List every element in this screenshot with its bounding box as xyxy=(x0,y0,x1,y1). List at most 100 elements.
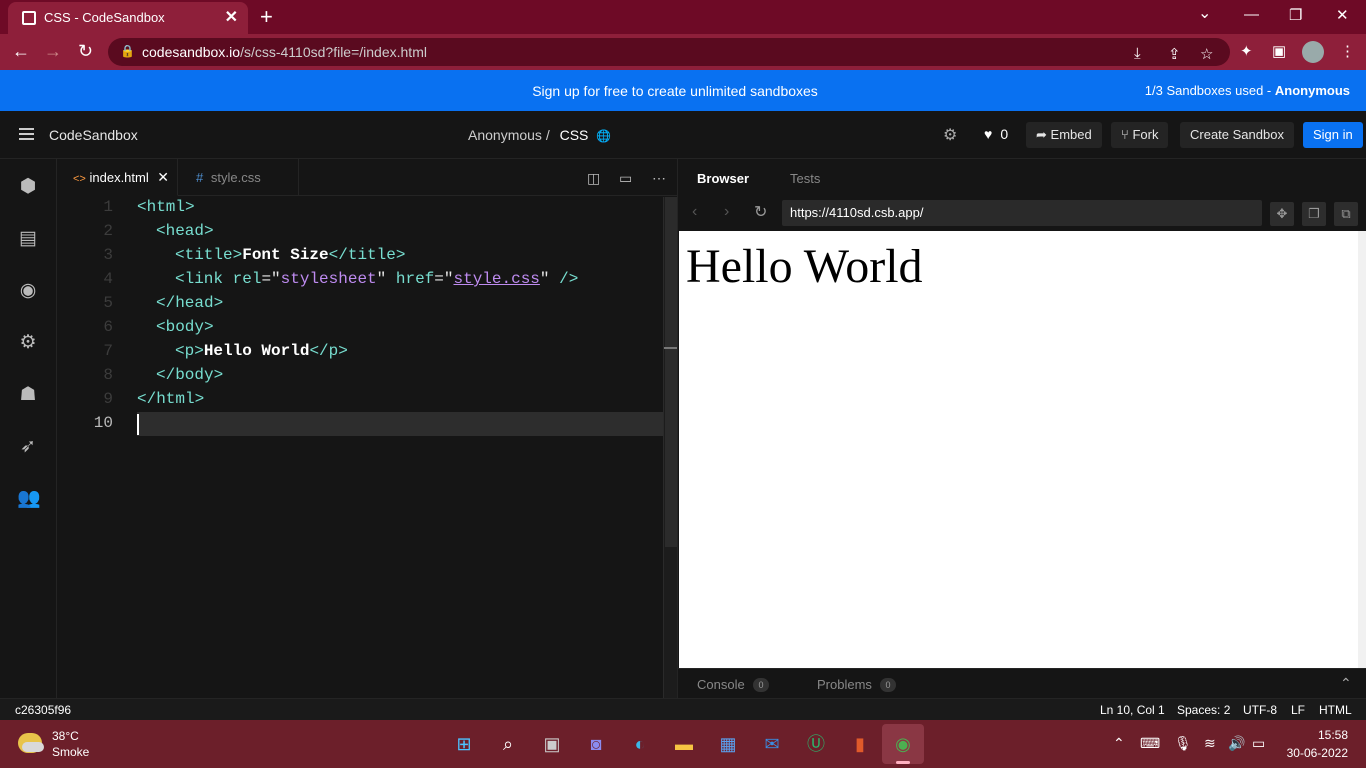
temperature[interactable]: 38°C xyxy=(52,729,79,743)
weather-condition[interactable]: Smoke xyxy=(52,745,89,759)
preview-icon[interactable]: ▭ xyxy=(619,170,632,187)
encoding[interactable]: UTF-8 xyxy=(1243,703,1277,717)
problems-count-badge: 0 xyxy=(880,678,896,692)
create-sandbox-button[interactable]: Create Sandbox xyxy=(1180,122,1294,148)
search-icon[interactable]: ◉ xyxy=(17,280,39,302)
tab-index-html[interactable]: <> index.html ✕ xyxy=(57,159,178,196)
new-tab-button[interactable]: + xyxy=(260,4,273,30)
file-icon[interactable]: ▤ xyxy=(17,228,39,250)
bookmark-star-icon[interactable]: ☆ xyxy=(1200,45,1213,63)
volume-icon[interactable]: 🔊 xyxy=(1228,735,1245,752)
windows-start-icon[interactable]: ⊞ xyxy=(451,732,477,756)
chrome-icon[interactable]: ◉ xyxy=(890,732,916,756)
clock-time[interactable]: 15:58 xyxy=(1318,728,1348,742)
preview-viewport[interactable]: Hello World xyxy=(679,231,1359,668)
copy-icon[interactable]: ❐ xyxy=(1302,202,1326,226)
fork-button[interactable]: ⑂ Fork xyxy=(1111,122,1169,148)
users-icon[interactable]: 👥 xyxy=(17,488,41,510)
breadcrumb: Anonymous / CSS 🌐 xyxy=(468,127,611,143)
chevron-up-icon[interactable]: ⌃ xyxy=(1340,675,1352,692)
console-count-badge: 0 xyxy=(753,678,769,692)
microphone-icon[interactable]: 🎙 xyxy=(1174,735,1192,752)
tab-close-icon[interactable]: ✕ xyxy=(225,7,238,27)
like-button[interactable]: ♥ 0 xyxy=(984,126,1008,142)
address-bar[interactable]: 🔒 codesandbox.io/s/css-4110sd?file=/inde… xyxy=(108,38,1230,66)
language-mode[interactable]: HTML xyxy=(1319,703,1352,717)
close-tab-icon[interactable]: ✕ xyxy=(157,159,169,196)
file-explorer-icon[interactable]: ▬ xyxy=(671,732,697,756)
line-number: 4 xyxy=(103,270,113,288)
back-icon[interactable]: ← xyxy=(12,41,30,62)
sandbox-usage: 1/3 Sandboxes used - Anonymous xyxy=(1144,83,1350,98)
forward-icon[interactable]: → xyxy=(44,41,62,62)
code-area[interactable]: 1 2 3 4 5 6 7 8 9 10 <html> <head> <titl… xyxy=(57,197,677,698)
preview-url-input[interactable]: https://4110sd.csb.app/ xyxy=(782,200,1262,226)
upwork-icon[interactable]: Ⓤ xyxy=(803,732,829,756)
weather-icon[interactable] xyxy=(18,733,44,753)
preview-forward-icon[interactable]: › xyxy=(724,203,729,221)
github-icon[interactable]: ☗ xyxy=(17,384,39,406)
scrollbar-thumb[interactable] xyxy=(665,197,677,547)
code-line: <title>Font Size</title> xyxy=(175,246,406,264)
mail-icon[interactable]: ✉ xyxy=(759,732,785,756)
code-line: </head> xyxy=(156,294,224,312)
open-window-icon[interactable]: ⧉ xyxy=(1334,202,1358,226)
tab-tests[interactable]: Tests xyxy=(790,171,820,186)
stylesheet-link[interactable]: style.css xyxy=(453,270,539,288)
extensions-icon[interactable]: ✦ xyxy=(1240,42,1253,60)
browser-tab[interactable]: CSS - CodeSandbox ✕ xyxy=(8,2,248,34)
reload-icon[interactable]: ↻ xyxy=(78,41,93,62)
rocket-icon[interactable]: ➶ xyxy=(17,436,39,458)
owner-name: Anonymous / xyxy=(468,127,550,143)
app-header: CodeSandbox Anonymous / CSS 🌐 ⚙ ♥ 0 ➦ Em… xyxy=(0,111,1366,159)
cursor-position[interactable]: Ln 10, Col 1 xyxy=(1100,703,1165,717)
task-view-icon[interactable]: ▣ xyxy=(539,732,565,756)
indentation[interactable]: Spaces: 2 xyxy=(1177,703,1230,717)
browser-titlebar: CSS - CodeSandbox ✕ + ⌄ — ❐ ✕ xyxy=(0,0,1366,34)
clock-date[interactable]: 30-06-2022 xyxy=(1287,746,1348,760)
sign-in-button[interactable]: Sign in xyxy=(1303,122,1363,148)
share-icon[interactable]: ⇪ xyxy=(1168,45,1181,63)
keyboard-icon[interactable]: ⌨ xyxy=(1140,735,1160,752)
more-options-icon[interactable]: ⋯ xyxy=(652,170,666,187)
problems-tab[interactable]: Problems xyxy=(817,677,872,692)
line-ending[interactable]: LF xyxy=(1291,703,1305,717)
edge-browser-icon[interactable]: ◐ xyxy=(627,732,653,756)
search-icon[interactable]: ⌕ xyxy=(495,732,521,756)
close-window-button[interactable]: ✕ xyxy=(1336,6,1349,24)
hamburger-menu-icon[interactable] xyxy=(19,128,34,140)
tab-browser[interactable]: Browser xyxy=(697,171,749,186)
signup-banner[interactable]: Sign up for free to create unlimited san… xyxy=(0,70,1366,111)
install-icon[interactable]: ⤓ xyxy=(1134,45,1141,62)
gear-icon[interactable]: ⚙ xyxy=(17,332,39,354)
restore-button[interactable]: ❐ xyxy=(1289,6,1302,24)
cube-icon[interactable]: ⬢ xyxy=(17,176,39,198)
tab-style-css[interactable]: # style.css xyxy=(179,159,299,196)
microsoft-store-icon[interactable]: ▦ xyxy=(715,732,741,756)
line-number: 9 xyxy=(103,390,113,408)
embed-button[interactable]: ➦ Embed xyxy=(1026,122,1102,148)
commit-hash: c26305f96 xyxy=(15,703,72,717)
sandbox-title[interactable]: CSS xyxy=(560,127,589,143)
chrome-menu-icon[interactable]: ⋮ xyxy=(1340,42,1355,60)
minimize-button[interactable]: — xyxy=(1244,6,1259,23)
code-line: <p>Hello World</p> xyxy=(175,342,348,360)
move-icon[interactable]: ✥ xyxy=(1270,202,1294,226)
office-icon[interactable]: ▮ xyxy=(847,732,873,756)
editor-scrollbar[interactable] xyxy=(663,197,677,698)
preview-back-icon[interactable]: ‹ xyxy=(692,203,697,221)
wifi-icon[interactable]: ≋ xyxy=(1204,735,1216,752)
tab-search-icon[interactable]: ⌄ xyxy=(1198,3,1211,23)
preview-reload-icon[interactable]: ↻ xyxy=(754,202,767,222)
preview-scrollbar[interactable] xyxy=(1358,231,1366,668)
page-icon xyxy=(22,11,36,25)
profile-avatar[interactable] xyxy=(1302,41,1324,63)
side-panel-icon[interactable]: ▣ xyxy=(1272,42,1286,60)
app-brand[interactable]: CodeSandbox xyxy=(49,127,138,143)
battery-icon[interactable]: ▭ xyxy=(1252,735,1265,752)
tray-overflow-icon[interactable]: ⌃ xyxy=(1113,735,1125,752)
settings-gear-icon[interactable]: ⚙ xyxy=(943,125,957,145)
teams-chat-icon[interactable]: ◙ xyxy=(583,732,609,756)
split-view-icon[interactable]: ◫ xyxy=(587,170,600,187)
console-tab[interactable]: Console xyxy=(697,677,745,692)
